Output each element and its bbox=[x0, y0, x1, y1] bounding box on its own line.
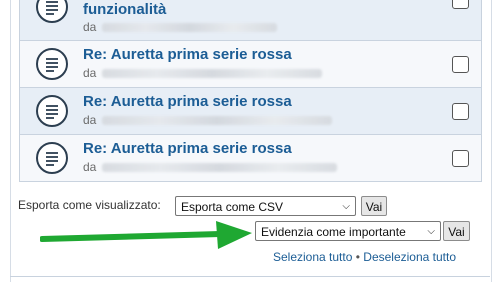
message-row[interactable]: Re: Auretta prima serie rossa da bbox=[20, 88, 481, 135]
message-title[interactable]: funzionalità bbox=[83, 1, 166, 18]
document-icon bbox=[36, 142, 68, 174]
message-checkbox[interactable] bbox=[452, 103, 469, 120]
message-checkbox[interactable] bbox=[452, 56, 469, 73]
chevron-down-icon: ⌵ bbox=[342, 201, 350, 212]
mark-action-select[interactable]: Evidenzia come importante ⌵ bbox=[255, 221, 441, 241]
redacted-author bbox=[102, 116, 333, 126]
document-icon bbox=[36, 48, 68, 80]
redacted-author bbox=[102, 163, 338, 173]
export-format-value: Esporta come CSV bbox=[181, 200, 284, 214]
document-icon bbox=[36, 0, 68, 23]
message-title[interactable]: Re: Auretta prima serie rossa bbox=[83, 93, 292, 110]
message-title[interactable]: Re: Auretta prima serie rossa bbox=[83, 46, 292, 63]
export-go-button[interactable]: Vai bbox=[361, 196, 387, 216]
message-author: da bbox=[83, 160, 338, 174]
mark-action-value: Evidenzia come importante bbox=[261, 225, 406, 239]
message-title[interactable]: Re: Auretta prima serie rossa bbox=[83, 140, 292, 157]
selection-links: Seleziona tutto • Deseleziona tutto bbox=[273, 250, 456, 264]
divider bbox=[10, 276, 490, 277]
message-author: da bbox=[83, 20, 278, 34]
message-author: da bbox=[83, 113, 333, 127]
redacted-author bbox=[102, 23, 278, 33]
message-row[interactable]: Re: Auretta prima serie rossa da bbox=[20, 135, 481, 182]
arrow-head bbox=[216, 221, 252, 249]
mark-go-button[interactable]: Vai bbox=[443, 221, 470, 241]
link-separator: • bbox=[355, 250, 360, 264]
message-row[interactable]: funzionalità da bbox=[20, 0, 481, 41]
message-row[interactable]: Re: Auretta prima serie rossa da bbox=[20, 41, 481, 88]
message-checkbox[interactable] bbox=[452, 0, 469, 9]
export-label: Esporta come visualizzato: bbox=[18, 198, 161, 212]
export-format-select[interactable]: Esporta come CSV ⌵ bbox=[175, 196, 356, 216]
arrow-shaft bbox=[40, 231, 223, 242]
message-list: funzionalità da Re: Auretta prima serie … bbox=[19, 0, 482, 182]
select-all-link[interactable]: Seleziona tutto bbox=[273, 250, 352, 264]
annotation-arrow bbox=[40, 221, 252, 249]
message-checkbox[interactable] bbox=[452, 150, 469, 167]
document-icon bbox=[36, 95, 68, 127]
redacted-author bbox=[102, 69, 323, 79]
message-author: da bbox=[83, 66, 323, 80]
chevron-down-icon: ⌵ bbox=[427, 226, 435, 237]
deselect-all-link[interactable]: Deseleziona tutto bbox=[363, 250, 456, 264]
